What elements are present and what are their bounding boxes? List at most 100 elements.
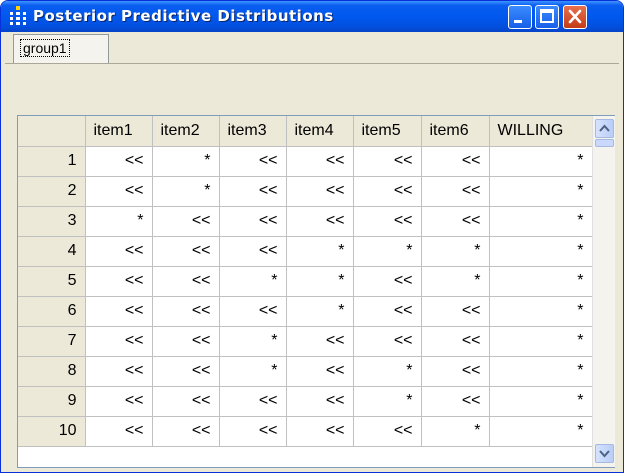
scroll-down-button[interactable]: [595, 444, 614, 463]
grid-cell[interactable]: *: [489, 416, 593, 447]
predictive-table: item1 item2 item3 item4 item5 item6 WILL…: [18, 116, 593, 447]
grid-cell[interactable]: *: [489, 206, 593, 237]
grid-cell[interactable]: <<: [421, 176, 490, 207]
grid-cell[interactable]: <<: [353, 266, 422, 297]
row-header[interactable]: 6: [18, 296, 86, 327]
grid-cell[interactable]: <<: [353, 416, 422, 447]
row-header[interactable]: 10: [18, 416, 86, 447]
grid-cell[interactable]: <<: [353, 146, 422, 177]
row-header[interactable]: 1: [18, 146, 86, 177]
grid-cell[interactable]: *: [353, 386, 422, 417]
grid-cell[interactable]: <<: [85, 146, 153, 177]
grid-cell[interactable]: *: [421, 416, 490, 447]
grid-cell[interactable]: *: [489, 236, 593, 267]
grid-cell[interactable]: <<: [85, 296, 153, 327]
vertical-scrollbar[interactable]: [592, 116, 615, 467]
column-header-item2[interactable]: item2: [152, 116, 220, 147]
grid-cell[interactable]: <<: [353, 296, 422, 327]
data-grid[interactable]: item1 item2 item3 item4 item5 item6 WILL…: [17, 115, 615, 468]
grid-cell[interactable]: *: [219, 326, 287, 357]
grid-cell[interactable]: <<: [219, 416, 287, 447]
grid-cell[interactable]: <<: [85, 176, 153, 207]
grid-cell[interactable]: <<: [152, 326, 220, 357]
grid-cell[interactable]: *: [489, 296, 593, 327]
column-header-item4[interactable]: item4: [286, 116, 354, 147]
grid-cell[interactable]: <<: [219, 296, 287, 327]
grid-cell[interactable]: *: [152, 176, 220, 207]
row-header[interactable]: 5: [18, 266, 86, 297]
grid-cell[interactable]: <<: [421, 326, 490, 357]
grid-cell[interactable]: <<: [353, 176, 422, 207]
grid-cell[interactable]: <<: [85, 266, 153, 297]
grid-cell[interactable]: <<: [286, 416, 354, 447]
grid-cell[interactable]: <<: [421, 296, 490, 327]
grid-cell[interactable]: *: [489, 386, 593, 417]
column-header-item6[interactable]: item6: [421, 116, 490, 147]
column-header-willing[interactable]: WILLING: [489, 116, 593, 147]
grid-cell[interactable]: *: [353, 356, 422, 387]
column-header-item1[interactable]: item1: [85, 116, 153, 147]
tab-group1[interactable]: group1: [13, 34, 109, 63]
row-header[interactable]: 3: [18, 206, 86, 237]
grid-cell[interactable]: *: [219, 266, 287, 297]
grid-cell[interactable]: <<: [85, 236, 153, 267]
close-button[interactable]: [563, 5, 587, 29]
grid-cell[interactable]: *: [489, 146, 593, 177]
grid-cell[interactable]: <<: [152, 416, 220, 447]
column-header-item5[interactable]: item5: [353, 116, 422, 147]
grid-cell[interactable]: <<: [286, 386, 354, 417]
grid-cell[interactable]: <<: [286, 356, 354, 387]
grid-cell[interactable]: <<: [421, 206, 490, 237]
grid-cell[interactable]: *: [421, 266, 490, 297]
grid-cell[interactable]: *: [286, 296, 354, 327]
row-header[interactable]: 9: [18, 386, 86, 417]
row-header[interactable]: 2: [18, 176, 86, 207]
grid-cell[interactable]: <<: [286, 146, 354, 177]
grid-cell[interactable]: <<: [152, 356, 220, 387]
grid-cell[interactable]: *: [489, 266, 593, 297]
grid-cell[interactable]: *: [489, 326, 593, 357]
grid-cell[interactable]: <<: [421, 356, 490, 387]
grid-cell[interactable]: <<: [286, 326, 354, 357]
grid-cell[interactable]: <<: [219, 146, 287, 177]
title-bar[interactable]: Posterior Predictive Distributions: [1, 1, 623, 32]
grid-cell[interactable]: *: [489, 356, 593, 387]
grid-cell[interactable]: <<: [421, 146, 490, 177]
grid-cell[interactable]: <<: [152, 206, 220, 237]
grid-cell[interactable]: *: [421, 236, 490, 267]
grid-cell[interactable]: <<: [286, 176, 354, 207]
scroll-thumb[interactable]: [595, 139, 614, 147]
table-dots-icon: [9, 6, 27, 26]
maximize-button[interactable]: [535, 5, 559, 29]
grid-cell[interactable]: <<: [219, 206, 287, 237]
grid-cell[interactable]: <<: [353, 206, 422, 237]
grid-cell[interactable]: <<: [286, 206, 354, 237]
grid-cell[interactable]: *: [286, 266, 354, 297]
grid-cell[interactable]: <<: [219, 386, 287, 417]
grid-cell[interactable]: *: [152, 146, 220, 177]
grid-cell[interactable]: <<: [85, 386, 153, 417]
grid-cell[interactable]: *: [353, 236, 422, 267]
grid-cell[interactable]: <<: [85, 416, 153, 447]
grid-cell[interactable]: *: [286, 236, 354, 267]
grid-cell[interactable]: *: [489, 176, 593, 207]
grid-cell[interactable]: <<: [219, 176, 287, 207]
grid-cell[interactable]: <<: [85, 356, 153, 387]
grid-cell[interactable]: <<: [152, 296, 220, 327]
posterior-predictive-window: Posterior Predictive Distributions group…: [0, 0, 624, 473]
grid-cell[interactable]: <<: [85, 326, 153, 357]
grid-cell[interactable]: *: [85, 206, 153, 237]
minimize-button[interactable]: [508, 5, 532, 29]
grid-cell[interactable]: <<: [152, 386, 220, 417]
column-header-item3[interactable]: item3: [219, 116, 287, 147]
grid-cell[interactable]: <<: [219, 236, 287, 267]
row-header[interactable]: 7: [18, 326, 86, 357]
grid-cell[interactable]: <<: [152, 236, 220, 267]
scroll-up-button[interactable]: [595, 119, 614, 138]
grid-cell[interactable]: <<: [152, 266, 220, 297]
row-header[interactable]: 8: [18, 356, 86, 387]
row-header[interactable]: 4: [18, 236, 86, 267]
grid-cell[interactable]: <<: [421, 386, 490, 417]
grid-cell[interactable]: *: [219, 356, 287, 387]
grid-cell[interactable]: <<: [353, 326, 422, 357]
